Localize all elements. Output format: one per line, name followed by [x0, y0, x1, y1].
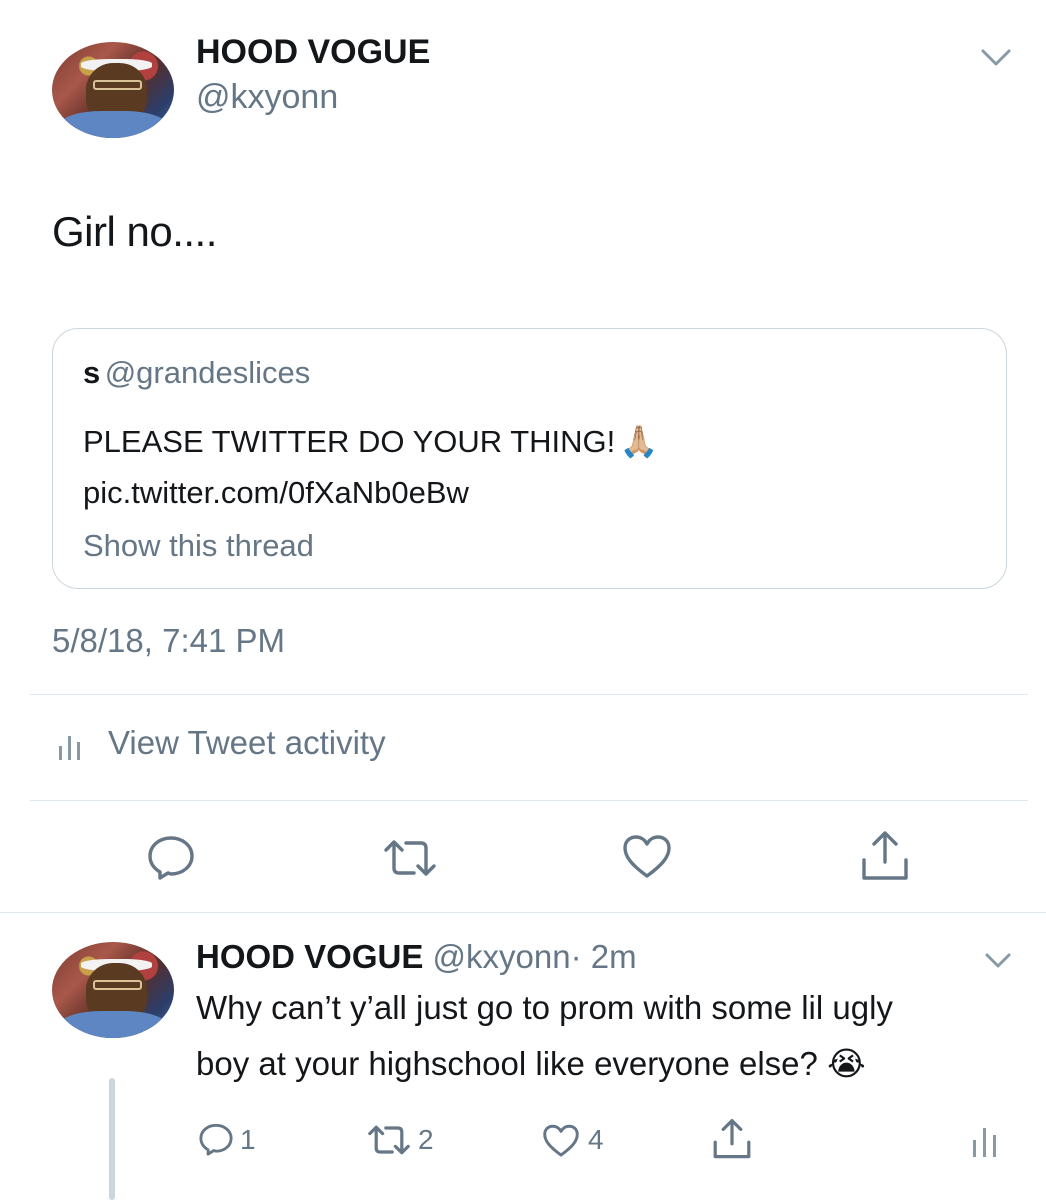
reply-text-line-2-container: boy at your highschool like everyone els… — [196, 1036, 866, 1092]
reply-text-line-2: boy at your highschool like everyone els… — [196, 1045, 818, 1082]
like-count: 4 — [588, 1124, 604, 1155]
view-tweet-activity-label: View Tweet activity — [108, 724, 386, 761]
tweet-text: Girl no.... — [52, 208, 217, 255]
quoted-author: s @grandeslices — [83, 355, 310, 391]
avatar-jacket — [58, 111, 168, 138]
avatar[interactable] — [52, 42, 174, 138]
reply-separator: · — [570, 938, 582, 975]
reply-author[interactable]: HOOD VOGUE @kxyonn· 2m — [196, 938, 637, 976]
retweet-icon — [366, 1124, 412, 1161]
divider — [30, 800, 1028, 801]
avatar[interactable] — [52, 942, 174, 1038]
avatar-jacket — [58, 1011, 168, 1038]
chevron-down-icon[interactable] — [980, 48, 1012, 68]
avatar-glasses — [93, 80, 143, 90]
reply-time: 2m — [590, 938, 637, 975]
retweet-icon[interactable] — [382, 838, 438, 883]
analytics-icon[interactable] — [972, 1124, 998, 1163]
avatar-glasses — [93, 980, 143, 990]
divider — [0, 912, 1046, 913]
reply-handle: @kxyonn — [432, 938, 571, 975]
like-button[interactable]: 4 — [542, 1120, 622, 1160]
quoted-handle: @grandeslices — [104, 355, 311, 390]
show-thread-link[interactable]: Show this thread — [83, 528, 314, 564]
handle[interactable]: @kxyonn — [196, 78, 338, 117]
quoted-text-line: PLEASE TWITTER DO YOUR THING! 🙏🏼 — [83, 423, 658, 460]
quoted-link[interactable]: pic.twitter.com/0fXaNb0eBw — [83, 475, 469, 511]
like-icon — [542, 1124, 580, 1163]
chevron-down-icon[interactable] — [984, 952, 1012, 970]
retweet-button[interactable]: 2 — [366, 1122, 456, 1162]
reply-count: 1 — [240, 1124, 256, 1155]
view-tweet-activity[interactable]: View Tweet activity — [58, 724, 438, 768]
crying-face-emoji: 😭 — [827, 1044, 866, 1083]
display-name[interactable]: HOOD VOGUE — [196, 33, 430, 72]
timestamp[interactable]: 5/8/18, 7:41 PM — [52, 622, 285, 660]
folded-hands-emoji: 🙏🏼 — [619, 424, 659, 460]
reply-button[interactable]: 1 — [198, 1120, 278, 1160]
reply-icon — [198, 1122, 234, 1161]
retweet-count: 2 — [418, 1124, 434, 1155]
reply-icon[interactable] — [146, 834, 196, 885]
quoted-tweet-card[interactable]: s @grandeslices PLEASE TWITTER DO YOUR T… — [52, 328, 1007, 589]
reply-display-name: HOOD VOGUE — [196, 938, 424, 975]
quoted-text: PLEASE TWITTER DO YOUR THING! — [83, 424, 616, 459]
share-icon[interactable] — [712, 1118, 752, 1165]
divider — [30, 694, 1028, 695]
share-icon[interactable] — [860, 830, 910, 887]
like-icon[interactable] — [622, 834, 672, 885]
thread-line — [109, 1078, 115, 1200]
analytics-icon — [58, 732, 82, 767]
reply-text-line-1: Why can’t y’all just go to prom with som… — [196, 989, 893, 1026]
quoted-display-name: s — [83, 355, 101, 390]
